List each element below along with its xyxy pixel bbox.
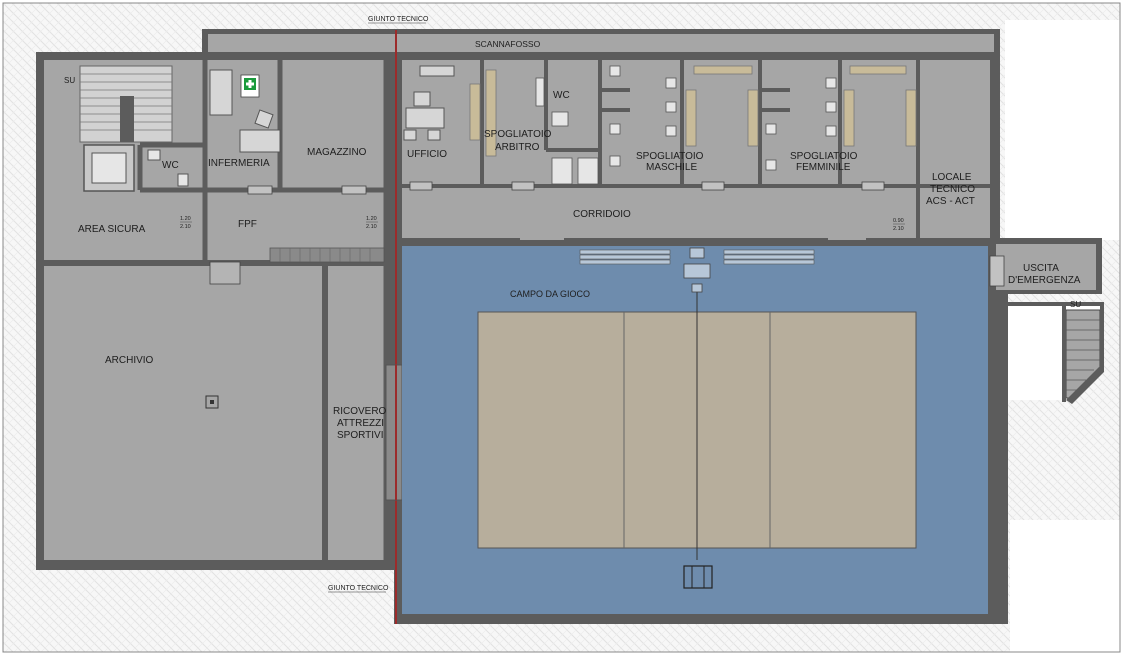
scannafosso-zone <box>208 34 994 52</box>
ufficio-label: UFFICIO <box>407 149 447 160</box>
door-dim-1-width: 1.20 <box>180 216 191 222</box>
archivio-label: ARCHIVIO <box>105 355 154 366</box>
uscita-label-2: D'EMERGENZA <box>1008 275 1081 286</box>
room-archivio <box>44 266 322 560</box>
locale-tecnico-label-2: TECNICO <box>930 184 975 195</box>
door-dim-2-width: 1.20 <box>366 216 377 222</box>
giunto-tecnico-bottom-label: GIUNTO TECNICO <box>328 585 389 592</box>
area-sicura-label: AREA SICURA <box>78 224 146 235</box>
door-dim-2-height: 2.10 <box>366 224 377 230</box>
campo-da-gioco-label: CAMPO DA GIOCO <box>510 289 590 299</box>
door-dim-3-height: 2.10 <box>893 226 904 232</box>
ricovero-label-1: RICOVERO <box>333 406 387 417</box>
spogliatoio-arbitro-label-2: ARBITRO <box>495 142 540 153</box>
infirmary-bed <box>209 69 233 116</box>
corridoio-label: CORRIDOIO <box>573 209 631 220</box>
basket-stand <box>683 565 713 589</box>
floor-plan-drawing: GIUNTO TECNICO SCANNAFOSSO SU WC INFERME… <box>0 0 1124 655</box>
wc-left-label: WC <box>162 160 179 171</box>
fpf-label: FPF <box>238 219 257 230</box>
giunto-tecnico-top-label: GIUNTO TECNICO <box>368 16 429 23</box>
ricovero-label-2: ATTREZZI <box>337 418 384 429</box>
infirmary-desk <box>239 129 281 153</box>
spogliatoio-femminile-label-2: FEMMINILE <box>796 162 851 173</box>
floor-plan: GIUNTO TECNICO SCANNAFOSSO SU WC INFERME… <box>0 0 1124 655</box>
spogliatoio-femminile-label-1: SPOGLIATOIO <box>790 151 858 162</box>
door-dim-3-width: 0.90 <box>893 218 904 224</box>
magazzino-label: MAGAZZINO <box>307 147 367 158</box>
wc-right-label: WC <box>553 90 570 101</box>
uscita-label-1: USCITA <box>1023 263 1059 274</box>
spogliatoio-arbitro-label-1: SPOGLIATOIO <box>484 129 552 140</box>
ricovero-label-3: SPORTIVI <box>337 430 384 441</box>
door-dim-1-height: 2.10 <box>180 224 191 230</box>
stair-up-label-left: SU <box>64 76 75 85</box>
spogliatoio-maschile-label-1: SPOGLIATOIO <box>636 151 704 162</box>
locale-tecnico-label-3: ACS - ACT <box>926 196 975 207</box>
locale-tecnico-label-1: LOCALE <box>932 172 972 183</box>
spogliatoio-maschile-label-2: MASCHILE <box>646 162 697 173</box>
infermeria-label: INFERMERIA <box>208 158 270 169</box>
stair-up-label-right: SU <box>1070 300 1081 309</box>
stair-ramp <box>269 247 385 263</box>
scannafosso-label: SCANNAFOSSO <box>475 39 541 49</box>
first-aid-cross-icon <box>240 74 260 98</box>
